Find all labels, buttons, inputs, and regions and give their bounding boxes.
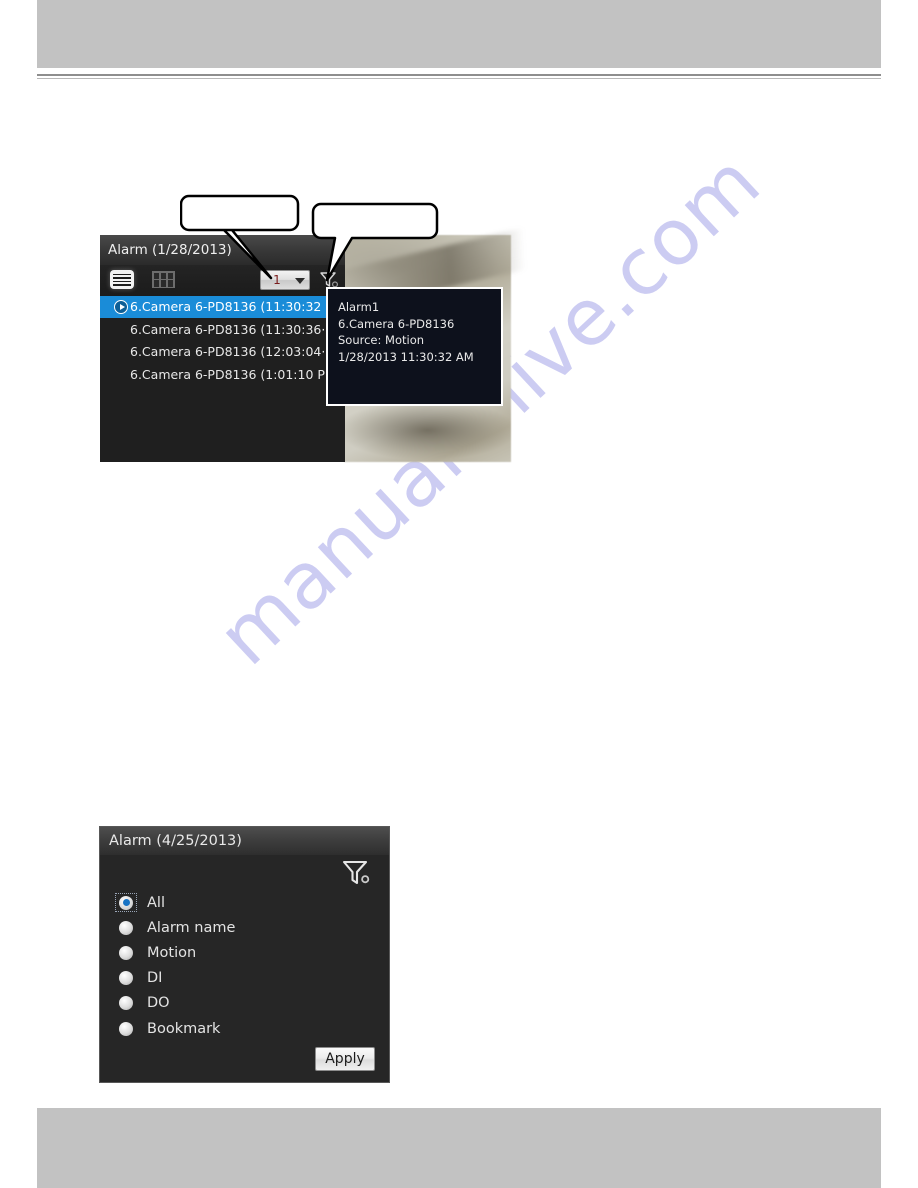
radio-icon — [119, 895, 133, 910]
play-icon — [114, 300, 128, 314]
grid-view-icon[interactable] — [152, 271, 175, 288]
filter-funnel-settings-icon[interactable] — [341, 859, 371, 887]
radio-icon — [119, 996, 133, 1011]
alarm-list-item-label: 6.Camera 6-PD8136 (11:30:32 — [130, 299, 322, 314]
alarm-list-item-label: 6.Camera 6-PD8136 (11:30:36··· — [130, 322, 334, 337]
radio-label: Motion — [147, 944, 197, 961]
radio-option-motion[interactable]: Motion — [116, 940, 376, 965]
alarm-list-item[interactable]: 6.Camera 6-PD8136 (1:01:10 P·· — [100, 364, 345, 386]
page-header-rule — [37, 74, 881, 76]
alarm-filter-figure: Alarm (4/25/2013) All Alarm name Motion … — [99, 826, 390, 1083]
apply-button[interactable]: Apply — [315, 1047, 375, 1071]
alarm-list-item[interactable]: 6.Camera 6-PD8136 (11:30:36··· — [100, 319, 345, 341]
radio-icon — [119, 920, 133, 935]
radio-label: Alarm name — [147, 919, 236, 936]
alarm-filter-options[interactable]: All Alarm name Motion DI DO Bookmark — [115, 890, 376, 1041]
radio-label: DI — [147, 970, 163, 987]
page-header-band — [37, 0, 881, 68]
radio-label: DO — [147, 995, 170, 1012]
alarm-list-item[interactable]: 6.Camera 6-PD8136 (12:03:04··· — [100, 341, 345, 363]
alarm-list-item-label: 6.Camera 6-PD8136 (1:01:10 P·· — [130, 367, 333, 382]
radio-icon — [119, 945, 133, 960]
callout-balloon-filter — [311, 202, 439, 282]
tooltip-timestamp: 1/28/2013 11:30:32 AM — [338, 349, 474, 364]
radio-label: Bookmark — [147, 1020, 221, 1037]
radio-icon — [119, 1021, 133, 1036]
radio-option-do[interactable]: DO — [116, 991, 376, 1016]
callout-balloon-page-select — [180, 194, 300, 280]
callout-balloons — [180, 194, 439, 282]
alarm-list[interactable]: 6.Camera 6-PD8136 (11:30:32 6.Camera 6-P… — [100, 296, 345, 462]
filter-funnel-settings-svg — [342, 860, 370, 885]
page-footer-band — [37, 1108, 881, 1188]
radio-option-bookmark[interactable]: Bookmark — [116, 1016, 376, 1041]
tooltip-alarm-name: Alarm1 — [338, 300, 380, 314]
page-header-rule-secondary — [37, 78, 881, 79]
alarm-list-item-label: 6.Camera 6-PD8136 (12:03:04··· — [130, 344, 334, 359]
radio-option-alarm-name[interactable]: Alarm name — [116, 915, 376, 940]
radio-label: All — [147, 894, 165, 911]
alarm-filter-title: Alarm (4/25/2013) — [100, 827, 389, 855]
list-view-icon[interactable] — [110, 270, 134, 289]
radio-icon — [119, 971, 133, 986]
radio-option-di[interactable]: DI — [116, 966, 376, 991]
radio-option-all[interactable]: All — [115, 890, 376, 915]
tooltip-source: Source: Motion — [338, 333, 425, 347]
tooltip-camera: 6.Camera 6-PD8136 — [338, 316, 455, 331]
alarm-tooltip: Alarm1 6.Camera 6-PD8136 Source: Motion … — [326, 287, 503, 406]
